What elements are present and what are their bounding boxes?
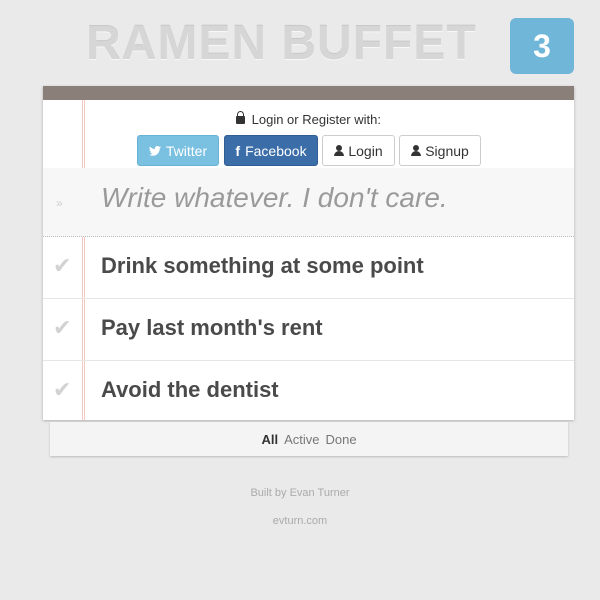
- checkmark-icon[interactable]: ✔: [53, 315, 71, 341]
- twitter-button-label: Twitter: [165, 142, 208, 159]
- lock-icon: [236, 111, 246, 124]
- todo-item-label: Pay last month's rent: [101, 315, 323, 340]
- todo-item[interactable]: ✔ Avoid the dentist: [43, 361, 574, 423]
- card-top-bar: [43, 86, 574, 100]
- facebook-login-button[interactable]: f Facebook: [224, 135, 318, 166]
- todo-card: Login or Register with: Twitter f Facebo…: [43, 86, 574, 423]
- facebook-button-label: Facebook: [245, 142, 307, 159]
- signup-button[interactable]: Signup: [399, 135, 481, 166]
- todo-item-label: Avoid the dentist: [101, 377, 279, 402]
- todo-item[interactable]: ✔ Drink something at some point: [43, 237, 574, 299]
- login-button[interactable]: Login: [322, 135, 395, 166]
- user-icon: [334, 145, 345, 156]
- todo-item-label: Drink something at some point: [101, 253, 424, 278]
- todo-count-badge: 3: [510, 18, 574, 74]
- chevron-double-down-icon[interactable]: »: [56, 196, 63, 210]
- twitter-login-button[interactable]: Twitter: [137, 135, 219, 166]
- filter-bar: All Active Done: [50, 422, 568, 456]
- login-button-label: Login: [348, 142, 383, 159]
- new-todo-row: » Write whatever. I don't care.: [43, 168, 574, 237]
- user-icon: [411, 145, 422, 156]
- filter-all[interactable]: All: [261, 432, 278, 447]
- checkmark-icon[interactable]: ✔: [53, 377, 71, 403]
- credit-link[interactable]: evturn.com: [0, 515, 600, 527]
- checkmark-icon[interactable]: ✔: [53, 253, 71, 279]
- filter-done[interactable]: Done: [325, 432, 356, 447]
- app-title: RAMEN BUFFET: [86, 17, 477, 70]
- signup-button-label: Signup: [425, 142, 469, 159]
- credit-author: Built by Evan Turner: [250, 487, 350, 499]
- todo-item[interactable]: ✔ Pay last month's rent: [43, 299, 574, 361]
- filter-active[interactable]: Active: [284, 432, 319, 447]
- twitter-icon: [148, 143, 161, 159]
- login-prompt: Login or Register with:: [43, 111, 574, 127]
- login-prompt-text: Login or Register with:: [251, 112, 381, 127]
- facebook-icon: f: [235, 142, 241, 159]
- new-todo-input[interactable]: Write whatever. I don't care.: [101, 182, 448, 214]
